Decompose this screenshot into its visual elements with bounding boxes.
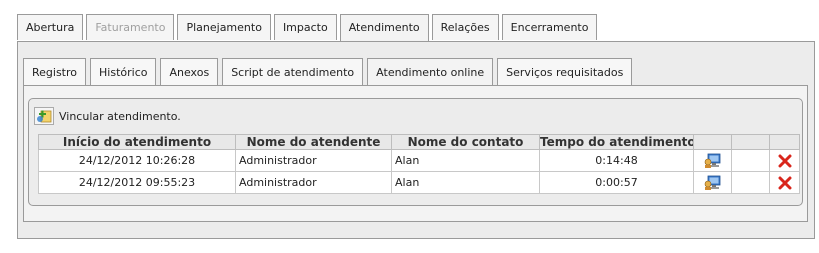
header-contato[interactable]: Nome do contato bbox=[391, 134, 540, 150]
delete-x-icon[interactable] bbox=[778, 176, 792, 190]
table-row: 24/12/2012 09:55:23 Administrador Alan 0… bbox=[38, 171, 800, 194]
form-container: Abertura Faturamento Planejamento Impact… bbox=[17, 14, 815, 239]
vincular-atendimento-link[interactable]: Vincular atendimento. bbox=[59, 110, 181, 123]
tab-atendimento[interactable]: Atendimento bbox=[339, 14, 429, 42]
header-atendente[interactable]: Nome do atendente bbox=[235, 134, 392, 150]
cell-view bbox=[693, 149, 732, 172]
tab-script-atendimento[interactable]: Script de atendimento bbox=[222, 58, 364, 85]
header-inicio[interactable]: Início do atendimento bbox=[38, 134, 236, 150]
cell-contato: Alan bbox=[391, 149, 540, 172]
tab-relacoes[interactable]: Relações bbox=[431, 14, 499, 40]
cell-inicio: 24/12/2012 10:26:28 bbox=[38, 149, 236, 172]
main-tab-bar: Abertura Faturamento Planejamento Impact… bbox=[17, 14, 600, 42]
tab-impacto[interactable]: Impacto bbox=[273, 14, 337, 40]
cell-view bbox=[693, 171, 732, 194]
atendimento-panel: Registro Histórico Anexos Script de aten… bbox=[17, 41, 815, 239]
chat-monitor-icon[interactable] bbox=[704, 175, 722, 191]
tab-encerramento[interactable]: Encerramento bbox=[501, 14, 598, 40]
cell-delete bbox=[769, 171, 800, 194]
cell-inicio: 24/12/2012 09:55:23 bbox=[38, 171, 236, 194]
table-header-row: Início do atendimento Nome do atendente … bbox=[38, 134, 800, 150]
sub-tab-bar: Registro Histórico Anexos Script de aten… bbox=[23, 58, 636, 87]
tab-planejamento[interactable]: Planejamento bbox=[177, 14, 271, 40]
cell-tempo: 0:00:57 bbox=[539, 171, 694, 194]
atendimentos-table: Início do atendimento Nome do atendente … bbox=[38, 134, 800, 194]
header-view bbox=[693, 134, 732, 150]
tab-servicos-requisitados[interactable]: Serviços requisitados bbox=[497, 58, 633, 85]
cell-contato: Alan bbox=[391, 171, 540, 194]
tab-atendimento-online[interactable]: Atendimento online bbox=[367, 58, 494, 87]
tab-registro[interactable]: Registro bbox=[23, 58, 87, 85]
cell-blank bbox=[731, 149, 770, 172]
cell-atendente: Administrador bbox=[235, 171, 392, 194]
header-delete bbox=[769, 134, 800, 150]
vincular-atendimento-button[interactable] bbox=[34, 107, 54, 125]
atendimento-online-panel: Vincular atendimento. Início do atendime… bbox=[23, 85, 808, 222]
header-blank bbox=[731, 134, 770, 150]
cell-delete bbox=[769, 149, 800, 172]
tab-faturamento: Faturamento bbox=[86, 14, 175, 40]
table-row: 24/12/2012 10:26:28 Administrador Alan 0… bbox=[38, 149, 800, 172]
tab-anexos[interactable]: Anexos bbox=[160, 58, 219, 85]
delete-x-icon[interactable] bbox=[778, 154, 792, 168]
add-link-icon bbox=[37, 110, 52, 123]
header-tempo[interactable]: Tempo do atendimento bbox=[539, 134, 694, 150]
cell-blank bbox=[731, 171, 770, 194]
atendimentos-box: Vincular atendimento. Início do atendime… bbox=[28, 98, 803, 206]
chat-monitor-icon[interactable] bbox=[704, 153, 722, 169]
tab-historico[interactable]: Histórico bbox=[90, 58, 157, 85]
cell-atendente: Administrador bbox=[235, 149, 392, 172]
cell-tempo: 0:14:48 bbox=[539, 149, 694, 172]
tab-abertura[interactable]: Abertura bbox=[17, 14, 84, 40]
vincular-atendimento: Vincular atendimento. bbox=[34, 107, 181, 125]
